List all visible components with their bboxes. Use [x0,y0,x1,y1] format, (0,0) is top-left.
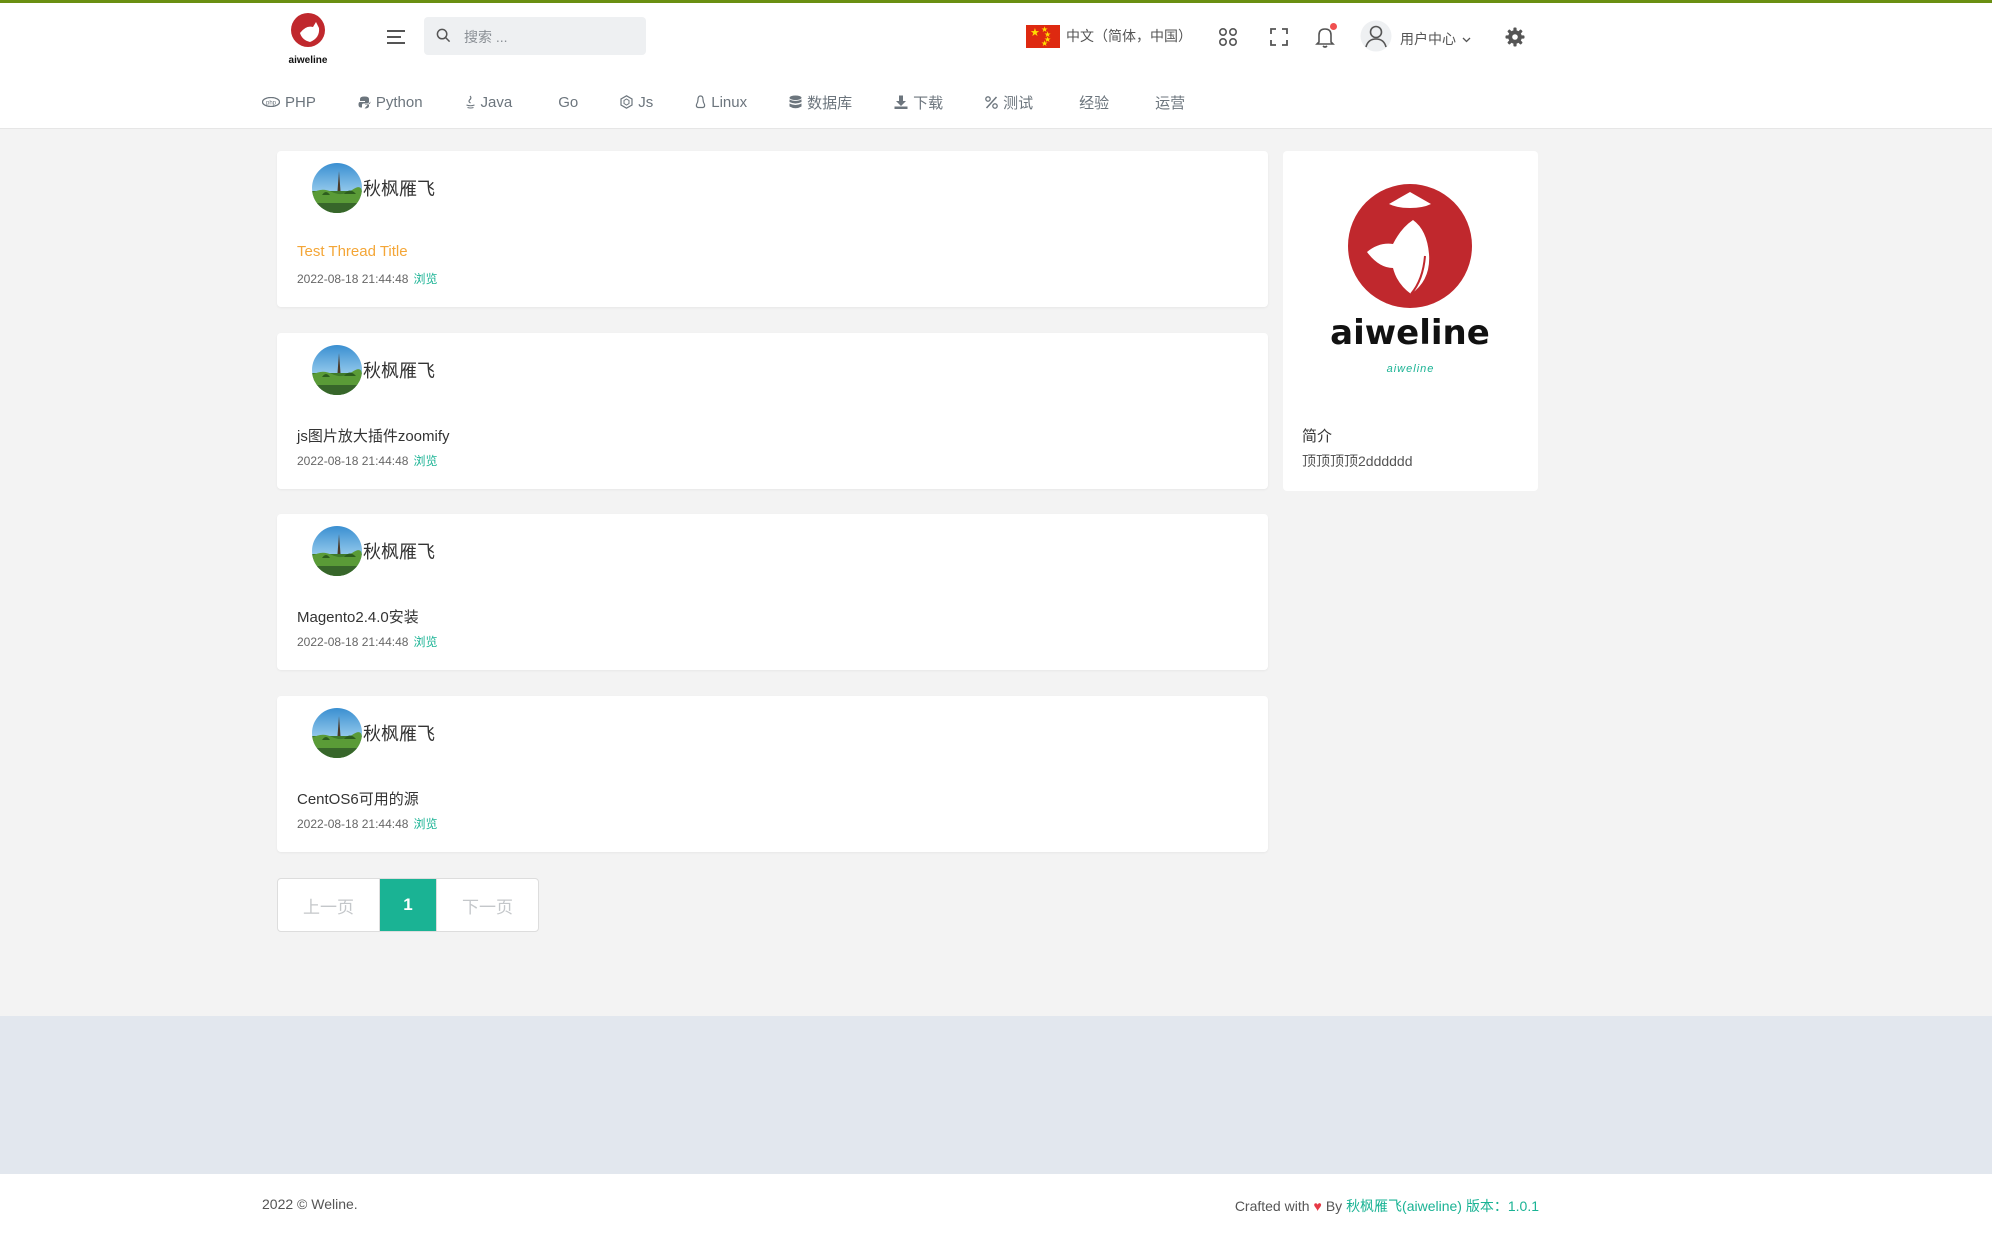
nav-item-test[interactable]: 测试 [985,92,1033,113]
post-meta: 2022-08-18 21:44:48 浏览 [297,815,437,832]
category-nav: php PHP Python Java Go Js Linux 数据库 下载 测… [262,91,1185,113]
nav-item-java[interactable]: Java [465,93,513,111]
nav-item-download[interactable]: 下载 [894,92,943,113]
top-header: aiweline ★ ★ ★ ★ ★ 中文（简体，中国） [0,3,1992,129]
author-avatar[interactable] [312,345,362,395]
post-meta: 2022-08-18 21:44:48 浏览 [297,452,437,469]
intro-label: 简介 [1302,428,1333,445]
brand-subline: aiweline [1386,363,1435,375]
nav-item-label: 数据库 [807,94,853,112]
intro-text: 顶顶顶顶2dddddd [1302,453,1413,469]
download-icon [894,95,908,109]
author-name[interactable]: 秋枫雁飞 [363,175,435,201]
brand-logo: aiweline [1327,184,1493,354]
by-text: By [1325,1198,1343,1214]
footer: 2022 © Weline. Crafted with ♥ By 秋枫雁飞(aiwe… [0,1174,1992,1235]
author-name[interactable]: 秋枫雁飞 [363,357,435,383]
search-icon [436,28,451,48]
post-date: 2022-08-18 21:44:48 [297,817,409,831]
author-name[interactable]: 秋枫雁飞 [363,720,435,746]
brand-wordmark: aiweline [1330,313,1490,353]
language-label: 中文（简体，中国） [1066,28,1192,44]
python-icon [358,96,371,108]
post-card: 秋枫雁飞 Test Thread Title 2022-08-18 21:44:… [277,151,1268,307]
post-card: 秋枫雁飞 js图片放大插件zoomify 2022-08-18 21:44:48… [277,333,1268,489]
user-avatar-icon [1360,20,1392,57]
prev-page-button[interactable]: 上一页 [278,879,380,931]
post-card: 秋枫雁飞 Magento2.4.0安装 2022-08-18 21:44:48 浏… [277,514,1268,670]
copyright: 2022 © Weline. [262,1196,358,1212]
java-icon [465,95,475,109]
linux-icon [696,95,706,109]
nav-item-js[interactable]: Js [620,94,653,111]
database-icon [789,95,802,108]
post-date: 2022-08-18 21:44:48 [297,272,409,286]
author-name[interactable]: 秋枫雁飞 [363,538,435,564]
site-logo[interactable]: aiweline [286,11,334,66]
search-input[interactable] [462,17,636,57]
nav-item-label: Java [480,93,513,111]
nav-item-database[interactable]: 数据库 [789,92,852,113]
nav-item-linux[interactable]: Linux [695,94,747,111]
nav-item-label: PHP [285,93,316,111]
fullscreen-icon[interactable] [1269,27,1289,52]
pagination: 上一页 1 下一页 [277,878,539,932]
post-title[interactable]: Magento2.4.0安装 [297,606,419,627]
nav-item-label: 运营 [1155,94,1186,112]
apps-grid-icon[interactable] [1218,27,1238,52]
author-avatar[interactable] [312,163,362,213]
next-page-button[interactable]: 下一页 [436,879,538,931]
post-date: 2022-08-18 21:44:48 [297,635,409,649]
nav-item-label: Js [638,93,654,111]
user-menu[interactable]: 用户中心 [1360,20,1471,57]
nav-item-go[interactable]: Go [558,94,578,111]
view-link[interactable]: 浏览 [413,817,437,831]
post-card: 秋枫雁飞 CentOS6可用的源 2022-08-18 21:44:48 浏览 [277,696,1268,852]
svg-text:aiweline: aiweline [289,55,328,65]
post-title[interactable]: js图片放大插件zoomify [297,425,450,446]
footer-band [0,1016,1992,1174]
js-icon [620,95,633,109]
php-icon: php [262,97,280,107]
author-link[interactable]: 秋枫雁飞(aiweline) 版本：1.0.1 [1346,1198,1539,1214]
heart-icon: ♥ [1313,1198,1322,1214]
nav-item-label: 下载 [913,94,944,112]
menu-toggle-icon[interactable] [384,25,408,49]
nav-item-label: 经验 [1079,94,1110,112]
percent-icon [985,95,998,109]
language-switcher[interactable]: ★ ★ ★ ★ ★ 中文（简体，中国） [1026,24,1192,48]
china-flag-icon: ★ ★ ★ ★ ★ [1026,24,1060,48]
nav-item-label: 测试 [1003,94,1034,112]
nav-item-label: Go [558,93,579,111]
crafted-text: Crafted with [1234,1198,1310,1214]
view-link[interactable]: 浏览 [413,635,437,649]
svg-text:php: php [266,101,277,107]
post-title[interactable]: CentOS6可用的源 [297,788,419,809]
view-link[interactable]: 浏览 [413,454,437,468]
settings-gear-icon[interactable] [1505,27,1525,52]
nav-item-experience[interactable]: 经验 [1079,92,1109,113]
post-meta: 2022-08-18 21:44:48 浏览 [297,633,437,650]
post-title[interactable]: Test Thread Title [297,243,408,260]
notification-badge [1330,23,1337,30]
post-meta: 2022-08-18 21:44:48 浏览 [297,270,437,287]
search-box [424,17,646,57]
sidebar-profile-card: aiweline aiweline 简介 顶顶顶顶2dddddd [1283,151,1538,491]
nav-item-label: Python [375,93,423,111]
nav-item-python[interactable]: Python [358,94,423,111]
author-avatar[interactable] [312,708,362,758]
nav-item-php[interactable]: php PHP [262,94,316,111]
author-avatar[interactable] [312,526,362,576]
nav-item-operations[interactable]: 运营 [1155,92,1185,113]
current-page-button[interactable]: 1 [380,879,436,931]
user-menu-label: 用户中心 [1400,30,1456,47]
nav-item-label: Linux [711,93,748,111]
chevron-down-icon [1462,30,1471,48]
view-link[interactable]: 浏览 [413,272,437,286]
post-date: 2022-08-18 21:44:48 [297,454,409,468]
credit-line: Crafted with ♥ By 秋枫雁飞(aiweline) 版本：1.0.1 [1235,1196,1539,1216]
